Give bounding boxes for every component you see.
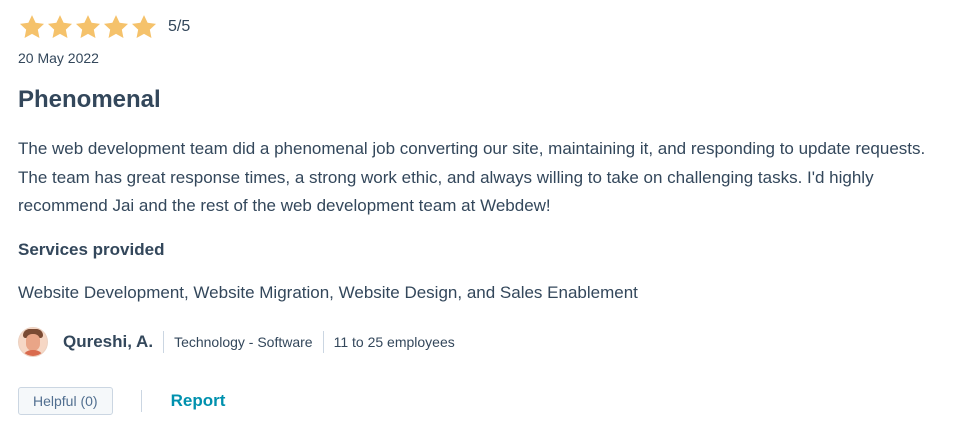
star-icon [102,13,130,41]
report-link[interactable]: Report [171,391,226,411]
helpful-button[interactable]: Helpful (0) [18,387,113,415]
divider [322,331,324,353]
review-actions: Helpful (0) Report [18,387,225,415]
rating-row: 5/5 [18,11,190,43]
review-date: 20 May 2022 [18,50,99,66]
reviewer-info: Qureshi, A. Technology - Software 11 to … [18,326,455,358]
divider [163,331,165,353]
review-title: Phenomenal [18,86,161,113]
avatar [18,327,48,357]
star-icon [74,13,102,41]
divider [140,390,142,412]
rating-score: 5/5 [168,18,191,35]
services-label: Services provided [18,240,165,259]
star-icon [130,13,158,41]
star-rating [18,13,158,41]
reviewer-industry: Technology - Software [174,334,313,350]
review-body: The web development team did a phenomena… [18,139,926,215]
reviewer-name: Qureshi, A. [63,332,154,351]
reviewer-company-size: 11 to 25 employees [333,334,455,350]
star-icon [46,13,74,41]
services-value: Website Development, Website Migration, … [18,283,638,302]
star-icon [18,13,46,41]
